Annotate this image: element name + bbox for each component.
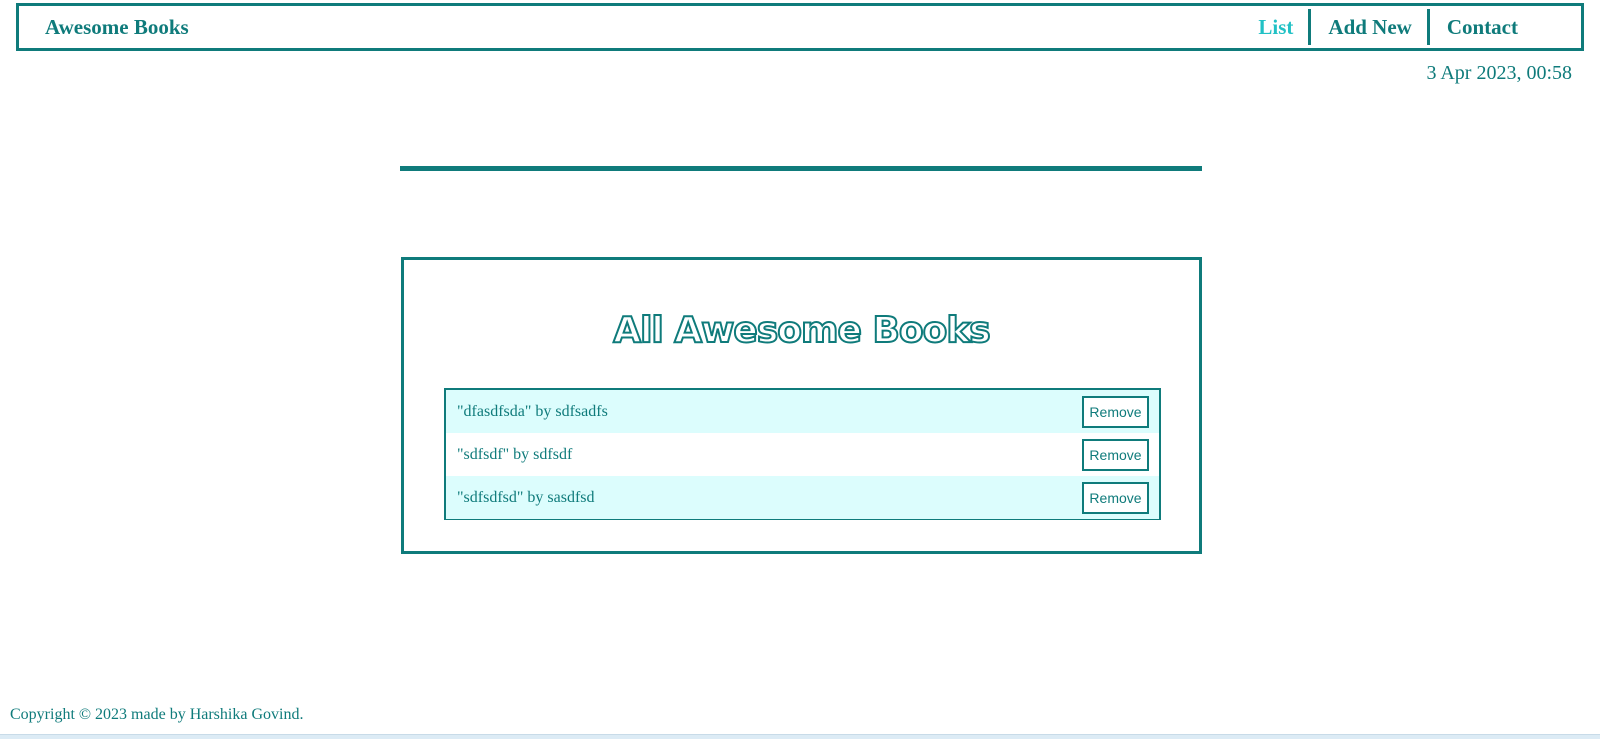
book-list-card: All Awesome Books "dfasdfsda" by sdfsadf… (401, 257, 1202, 554)
section-divider (400, 166, 1202, 171)
book-entry-text: "dfasdfsda" by sdfsadfs (457, 402, 608, 420)
nav-link-add-new[interactable]: Add New (1311, 9, 1426, 45)
remove-book-button[interactable]: Remove (1082, 481, 1149, 514)
top-navbar: Awesome Books List Add New Contact (16, 3, 1584, 51)
remove-book-button[interactable]: Remove (1082, 438, 1149, 471)
book-list-title: All Awesome Books (612, 309, 992, 352)
remove-book-button[interactable]: Remove (1082, 395, 1149, 428)
nav-links: List Add New Contact (1241, 6, 1533, 48)
footer-copyright: Copyright © 2023 made by Harshika Govind… (10, 706, 304, 723)
brand-logo[interactable]: Awesome Books (45, 15, 189, 40)
book-row: "sdfsdf" by sdfsdf Remove (446, 433, 1159, 476)
book-entry-text: "sdfsdfsd" by sasdfsd (457, 488, 595, 506)
page: Awesome Books List Add New Contact 3 Apr… (0, 0, 1600, 739)
current-datetime: 3 Apr 2023, 00:58 (1426, 62, 1572, 84)
nav-link-contact[interactable]: Contact (1430, 9, 1533, 45)
book-list: "dfasdfsda" by sdfsadfs Remove "sdfsdf" … (444, 388, 1161, 520)
book-row: "dfasdfsda" by sdfsadfs Remove (446, 390, 1159, 433)
book-row: "sdfsdfsd" by sasdfsd Remove (446, 476, 1159, 519)
window-bottom-edge (0, 734, 1600, 739)
nav-link-list[interactable]: List (1241, 9, 1308, 45)
book-entry-text: "sdfsdf" by sdfsdf (457, 445, 573, 463)
